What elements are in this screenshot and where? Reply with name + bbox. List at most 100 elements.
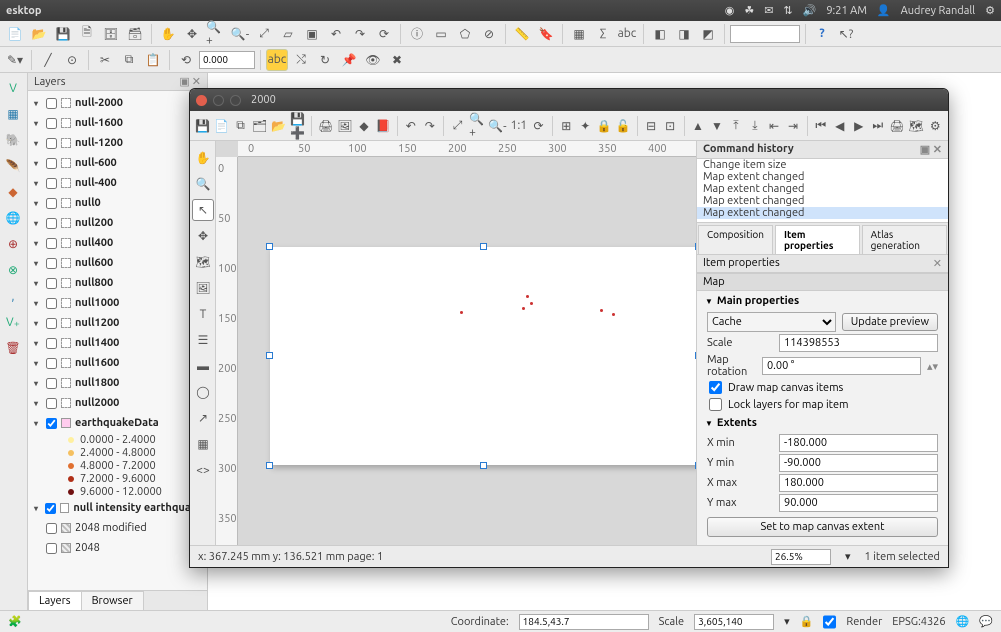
add-map-icon[interactable]: 🗺: [192, 251, 214, 273]
tab-layers[interactable]: Layers: [28, 591, 82, 610]
add-shape-icon[interactable]: ◯: [192, 381, 214, 403]
comp-bottom-icon[interactable]: ⤓: [746, 115, 763, 137]
comp-print-icon[interactable]: 🖨: [317, 115, 334, 137]
layer-row[interactable]: ▾null1800: [28, 373, 207, 393]
layer-row[interactable]: ▾null0: [28, 193, 207, 213]
panel-close-icon[interactable]: ✕: [933, 257, 942, 270]
comp-lower-icon[interactable]: ▼: [708, 115, 725, 137]
comp-refresh-icon[interactable]: ⟳: [530, 115, 547, 137]
label-rot-icon[interactable]: ↻: [314, 49, 336, 71]
comp-ungroup-icon[interactable]: ⊡: [662, 115, 679, 137]
select-poly-icon[interactable]: ⬠: [454, 23, 476, 45]
add-label-icon[interactable]: T: [192, 303, 214, 325]
plugin2-icon[interactable]: ◨: [673, 23, 695, 45]
history-item[interactable]: Map extent changed: [697, 171, 948, 183]
add-wcs-icon[interactable]: ⊕: [2, 233, 24, 255]
add-scalebar-icon[interactable]: ▬: [192, 355, 214, 377]
identify-icon[interactable]: ⓘ: [406, 23, 428, 45]
volume-icon[interactable]: 🔊: [803, 4, 817, 17]
comp-atlas-last-icon[interactable]: ⏭: [869, 115, 886, 137]
calc-icon[interactable]: ∑: [592, 23, 614, 45]
table-icon[interactable]: ▦: [568, 23, 590, 45]
layer-row[interactable]: ▾2048 modified: [28, 518, 207, 538]
indicator-icon[interactable]: ☘: [744, 4, 754, 17]
xmax-input[interactable]: [779, 474, 938, 492]
comp-zoom-in-icon[interactable]: 🔍+: [468, 115, 485, 137]
layer-row[interactable]: ▾null-1600: [28, 113, 207, 133]
add-vector-icon[interactable]: V: [2, 77, 24, 99]
add-html-icon[interactable]: <>: [192, 459, 214, 481]
crs-icon[interactable]: 🌐: [956, 615, 970, 628]
zoom-sel-icon[interactable]: ▣: [301, 23, 323, 45]
help-icon[interactable]: ?: [811, 23, 833, 45]
zoom-layer-icon[interactable]: ▱: [277, 23, 299, 45]
scale-dropdown-icon[interactable]: ▾: [784, 615, 790, 628]
scale-field[interactable]: [694, 614, 774, 630]
composer-page[interactable]: [270, 247, 696, 465]
comp-undo-icon[interactable]: ↶: [402, 115, 419, 137]
set-extent-button[interactable]: Set to map canvas extent: [707, 517, 938, 537]
history-item[interactable]: Map extent changed: [697, 207, 948, 219]
zoom-field[interactable]: [771, 549, 831, 565]
gear-icon[interactable]: ⚙: [985, 4, 995, 17]
comp-zoom-out-icon[interactable]: 🔍-: [487, 115, 507, 137]
coord-field[interactable]: [519, 614, 649, 630]
layer-row[interactable]: ▾2048: [28, 538, 207, 558]
add-csv-icon[interactable]: ,: [2, 285, 24, 307]
extents-fold[interactable]: ▼Extents: [697, 413, 948, 433]
history-item[interactable]: Change item size: [697, 159, 948, 171]
comp-zoom-actual-icon[interactable]: 1:1: [510, 115, 529, 137]
log-icon[interactable]: 💬: [979, 615, 993, 628]
whatsthis-icon[interactable]: ↖?: [835, 23, 857, 45]
rotation-stepper-icon[interactable]: ▴▾: [927, 360, 938, 373]
labels-icon[interactable]: abc: [616, 23, 638, 45]
add-mssql-icon[interactable]: ◆: [2, 181, 24, 203]
add-postgis-icon[interactable]: 🐘: [2, 129, 24, 151]
comp-export-img-icon[interactable]: 🖼: [336, 115, 353, 137]
layer-row[interactable]: ▾null2000: [28, 393, 207, 413]
tab-item-properties[interactable]: Item properties: [775, 225, 860, 254]
scale-input[interactable]: [779, 334, 938, 352]
zoom-dropdown-icon[interactable]: ▾: [845, 550, 851, 563]
add-wfs-icon[interactable]: ⊗: [2, 259, 24, 281]
extlock-icon[interactable]: 🔒: [800, 615, 814, 628]
bookmark-icon[interactable]: 🔖: [535, 23, 557, 45]
layer-row[interactable]: ▾null1400: [28, 333, 207, 353]
add-wms-icon[interactable]: 🌐: [2, 207, 24, 229]
ymin-input[interactable]: [779, 454, 938, 472]
open-project-icon[interactable]: 📂: [28, 23, 50, 45]
plugin3-icon[interactable]: ◩: [697, 23, 719, 45]
label-move-icon[interactable]: ⤭: [290, 49, 312, 71]
maximize-icon[interactable]: [230, 95, 241, 106]
clock[interactable]: 9:21 AM: [826, 5, 867, 17]
digitize-icon[interactable]: ╱: [37, 49, 59, 71]
layer-row[interactable]: ▾null-1200: [28, 133, 207, 153]
tab-browser[interactable]: Browser: [81, 591, 144, 610]
comp-group-icon[interactable]: ⊟: [643, 115, 660, 137]
render-mode-select[interactable]: Cache: [707, 312, 836, 332]
layer-row[interactable]: ▾null200: [28, 213, 207, 233]
zoom-last-icon[interactable]: ↶: [325, 23, 347, 45]
comp-export-pdf-icon[interactable]: 📕: [375, 115, 392, 137]
remove-layer-icon[interactable]: 🗑: [2, 337, 24, 359]
new-project-icon[interactable]: 📄: [4, 23, 26, 45]
cut-icon[interactable]: ✂: [94, 49, 116, 71]
add-spatialite-icon[interactable]: 🪶: [2, 155, 24, 177]
zoom-out-icon[interactable]: 🔍-: [229, 23, 251, 45]
comp-new-icon[interactable]: 📄: [213, 115, 230, 137]
layer-row[interactable]: ▾null1200: [28, 313, 207, 333]
save-icon[interactable]: 💾: [52, 23, 74, 45]
layer-row[interactable]: ▾null1600: [28, 353, 207, 373]
comp-unlock-icon[interactable]: 🔓: [615, 115, 632, 137]
minimize-icon[interactable]: [213, 95, 224, 106]
history-item[interactable]: Map extent changed: [697, 183, 948, 195]
add-image-icon[interactable]: 🖼: [192, 277, 214, 299]
move-content-icon[interactable]: ✥: [192, 225, 214, 247]
mail-icon[interactable]: ✉: [764, 4, 773, 17]
layer-row[interactable]: ▾earthquakeData: [28, 413, 207, 433]
abc-label-icon[interactable]: abc: [266, 49, 288, 71]
main-properties-fold[interactable]: ▼Main properties: [697, 291, 948, 311]
label-hide-icon[interactable]: ✖: [386, 49, 408, 71]
db2-icon[interactable]: 🗃: [124, 23, 146, 45]
select-icon[interactable]: ▭: [430, 23, 452, 45]
